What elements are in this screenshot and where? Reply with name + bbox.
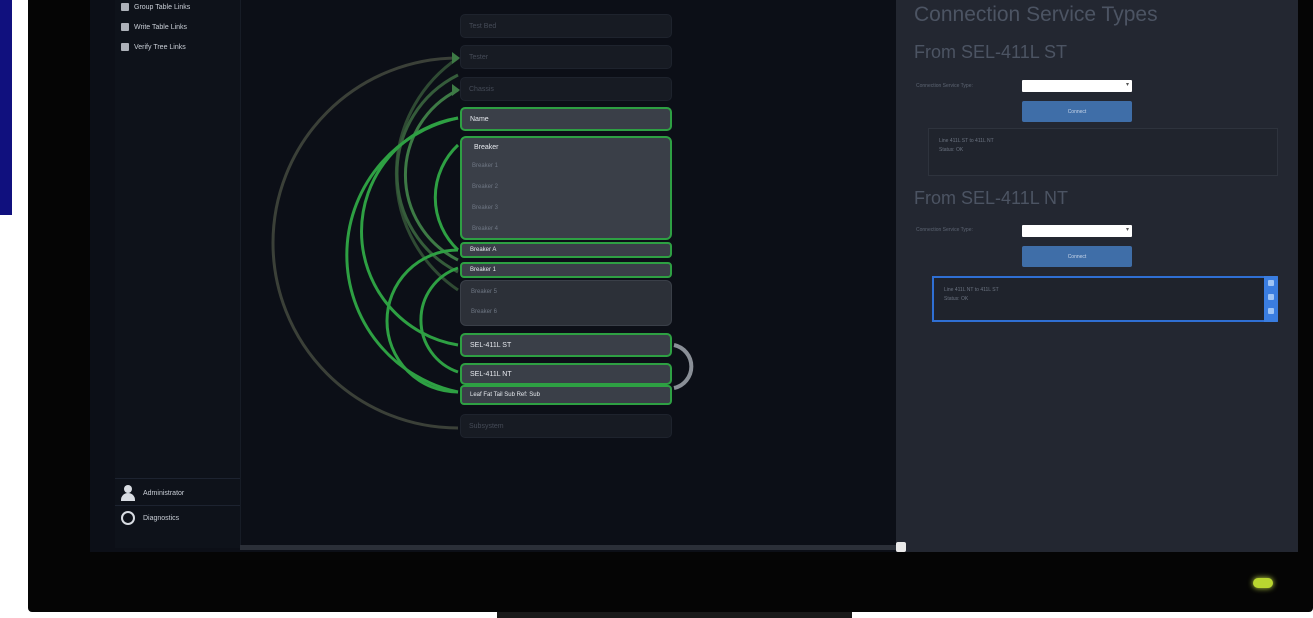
scroll-thumb-icon[interactable] [1268,294,1274,300]
sidebar-item-label: Write Table Links [134,23,188,31]
group-sub-item: Breaker 1 [472,163,499,169]
service-type-select[interactable] [1022,80,1132,92]
arrow-icon [452,52,460,64]
result-scrollbar[interactable] [1264,276,1278,322]
sidebar-item-label: Group Table Links [134,3,191,11]
diagram-node[interactable]: Tester [460,45,672,69]
horizontal-scroll-thumb[interactable] [896,542,906,552]
field-label: Connection Service Type: [916,227,973,233]
arc-green-5 [419,266,459,374]
monitor-frame: Group Table Links Write Table Links Veri… [28,0,1313,612]
monitor-stand-slot [497,612,852,618]
sidebar-item-verify-tree[interactable]: Verify Tree Links [121,43,186,51]
table-icon [121,23,129,31]
panel-title: Connection Service Types [914,3,1158,26]
diagram-node-active[interactable]: SEL-411L NT [460,363,672,385]
section-heading: From SEL-411L ST [914,42,1068,62]
arc-green-3 [433,143,460,252]
sidebar-item-label: Diagnostics [143,514,180,522]
sidebar-divider [115,478,240,479]
connect-button[interactable]: Connect [1022,246,1132,267]
group-sub-item: Breaker 5 [471,289,498,295]
service-type-select[interactable] [1022,225,1132,237]
arc-outer [271,56,459,430]
group-sub-item: Breaker 6 [471,309,498,315]
power-led-icon [1253,578,1273,588]
diagram-node[interactable]: Test Bed [460,14,672,38]
result-line: Line 411L ST to 411L NT [939,138,994,144]
diagram-chip[interactable]: Breaker A [460,242,672,258]
background-edge [0,0,12,215]
diagram-node[interactable]: Subsystem [460,414,672,438]
sidebar-item-administrator[interactable]: Administrator [121,485,184,501]
connection-diagram: Test Bed Tester Chassis Name Breaker Bre… [240,0,896,548]
result-line: Status: OK [944,296,969,302]
group-sub-item: Breaker 4 [472,226,499,232]
diagram-group[interactable]: Breaker Breaker 1 Breaker 2 Breaker 3 Br… [460,136,672,240]
diagram-group[interactable]: Breaker 5 Breaker 6 [460,280,672,326]
sidebar-item-label: Administrator [143,489,185,497]
arc-right [673,343,694,390]
diagnostics-icon [121,511,135,525]
diagram-chip[interactable]: Leaf Fat Tail Sub Ref: Sub [460,385,672,405]
result-box-focused[interactable]: Line 411L NT to 411L ST Status: OK [932,276,1278,322]
connection-panel: Connection Service Types From SEL-411L S… [896,0,1298,552]
result-box: Line 411L ST to 411L NT Status: OK [928,128,1278,176]
diagram-node-active[interactable]: SEL-411L ST [460,333,672,357]
table-icon [121,3,129,11]
horizontal-scrollbar[interactable] [240,545,900,550]
section-heading: From SEL-411L NT [914,188,1069,208]
group-sub-item: Breaker 3 [472,205,499,211]
diagram-node[interactable]: Chassis [460,77,672,101]
arrow-icon [452,84,460,96]
diagram-node-active[interactable]: Name [460,107,672,131]
tree-icon [121,43,129,51]
sidebar-item-diagnostics[interactable]: Diagnostics [121,511,179,525]
field-label: Connection Service Type: [916,83,973,89]
sidebar-divider [115,505,240,506]
group-sub-item: Breaker 2 [472,184,499,190]
group-title: Breaker [474,144,499,151]
user-icon [121,485,135,501]
screen: Group Table Links Write Table Links Veri… [90,0,1298,552]
sidebar-item-group-table[interactable]: Group Table Links [121,3,190,11]
result-line: Line 411L NT to 411L ST [944,287,999,293]
sidebar-item-write-table[interactable]: Write Table Links [121,23,187,31]
scroll-down-icon[interactable] [1268,308,1274,314]
sidebar: Group Table Links Write Table Links Veri… [115,0,241,548]
diagram-chip[interactable]: Breaker 1 [460,262,672,278]
result-line: Status: OK [939,147,964,153]
scroll-up-icon[interactable] [1268,280,1274,286]
connect-button[interactable]: Connect [1022,101,1132,122]
sidebar-item-label: Verify Tree Links [134,43,186,51]
